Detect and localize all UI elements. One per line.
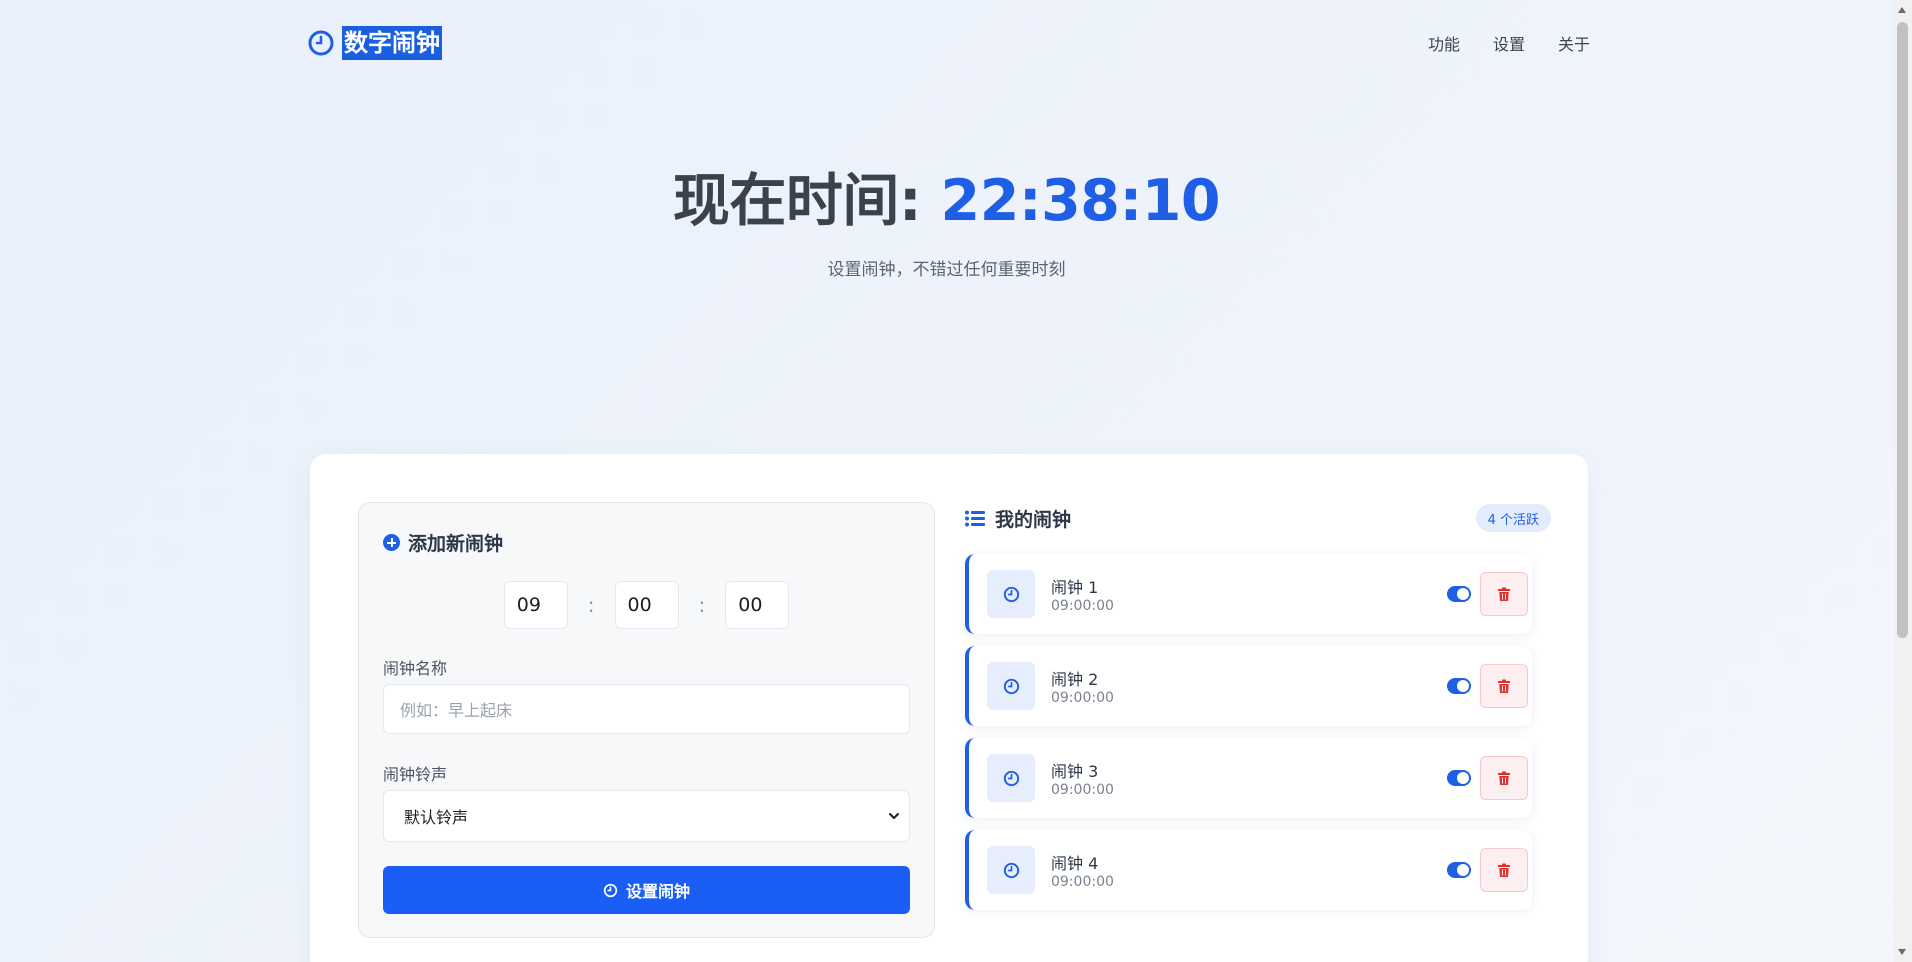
- alarm-toggle[interactable]: [1447, 678, 1471, 694]
- set-alarm-button[interactable]: 设置闹钟: [383, 866, 910, 914]
- current-time-title: 现在时间: 22:38:10: [0, 165, 1893, 237]
- alarm-item: 闹钟 3 09:00:00: [965, 738, 1532, 818]
- plus-circle-icon: [383, 534, 400, 551]
- alarm-toggle[interactable]: [1447, 770, 1471, 786]
- alarm-name-label: 闹钟名称: [383, 659, 448, 678]
- nav-settings[interactable]: 设置: [1493, 31, 1525, 55]
- chevron-down-icon: [889, 813, 899, 819]
- alarm-list-heading: 我的闹钟: [965, 505, 1071, 532]
- add-alarm-title: 添加新闹钟: [408, 533, 504, 555]
- scroll-up-arrow-icon[interactable]: [1898, 7, 1906, 13]
- alarm-time: 09:00:00: [1051, 782, 1114, 798]
- alarm-icon-box: [987, 662, 1035, 710]
- nav-features[interactable]: 功能: [1428, 31, 1460, 55]
- time-separator: :: [698, 593, 706, 617]
- clock-icon: [1003, 678, 1019, 694]
- trash-icon: [1498, 863, 1510, 877]
- alarm-sound-label: 闹钟铃声: [383, 765, 448, 784]
- alarm-icon-box: [987, 570, 1035, 618]
- nav-about[interactable]: 关于: [1558, 31, 1590, 55]
- alarm-list-panel: 我的闹钟 4 个活跃 闹钟 1 09:00:00 闹钟 2 09:00:00 闹…: [965, 502, 1551, 910]
- current-time: 22:38:10: [940, 168, 1221, 234]
- main-nav: 功能 设置 关于: [1428, 31, 1590, 55]
- alarm-icon-box: [987, 846, 1035, 894]
- add-alarm-heading: 添加新闹钟: [383, 529, 503, 556]
- delete-alarm-button[interactable]: [1480, 664, 1528, 708]
- alarm-list: 闹钟 1 09:00:00 闹钟 2 09:00:00 闹钟 3 09:00:0…: [965, 554, 1532, 922]
- scroll-down-arrow-icon[interactable]: [1898, 949, 1906, 955]
- alarm-list-title: 我的闹钟: [995, 508, 1072, 531]
- alarm-time: 09:00:00: [1051, 598, 1114, 614]
- minute-input[interactable]: 00: [614, 581, 679, 629]
- trash-icon: [1498, 587, 1510, 601]
- alarm-toggle[interactable]: [1447, 862, 1471, 878]
- alarm-item: 闹钟 1 09:00:00: [965, 554, 1532, 634]
- hero: 现在时间: 22:38:10 设置闹钟，不错过任何重要时刻: [0, 165, 1893, 280]
- time-picker: 09 : 00 : 00: [359, 581, 934, 629]
- alarm-sound-select[interactable]: 默认铃声: [383, 790, 910, 842]
- logo-text: 数字闹钟: [342, 26, 442, 60]
- logo[interactable]: 数字闹钟: [308, 26, 442, 60]
- delete-alarm-button[interactable]: [1480, 756, 1528, 800]
- clock-icon: [1003, 770, 1019, 786]
- main-card: 添加新闹钟 09 : 00 : 00 闹钟名称 例如：早上起床 闹钟铃声 默认铃…: [310, 454, 1588, 962]
- hero-subtitle: 设置闹钟，不错过任何重要时刻: [827, 260, 1066, 280]
- alarm-list-header: 我的闹钟 4 个活跃: [965, 502, 1551, 534]
- alarm-icon-box: [987, 754, 1035, 802]
- trash-icon: [1498, 771, 1510, 785]
- active-count-badge: 4 个活跃: [1475, 504, 1551, 532]
- clock-icon: [603, 883, 618, 897]
- alarm-name-input[interactable]: 例如：早上起床: [383, 684, 910, 734]
- alarm-sound-value: 默认铃声: [404, 808, 469, 827]
- alarm-name: 闹钟 2: [1051, 670, 1099, 689]
- alarm-toggle[interactable]: [1447, 586, 1471, 602]
- alarm-item: 闹钟 4 09:00:00: [965, 830, 1532, 910]
- title-prefix: 现在时间:: [672, 168, 941, 234]
- page: 数字闹钟 功能 设置 关于 现在时间: 22:38:10 设置闹钟，不错过任何重…: [0, 0, 1893, 962]
- hour-input[interactable]: 09: [503, 581, 568, 629]
- add-alarm-panel: 添加新闹钟 09 : 00 : 00 闹钟名称 例如：早上起床 闹钟铃声 默认铃…: [358, 502, 935, 938]
- alarm-time: 09:00:00: [1051, 874, 1114, 890]
- clock-icon: [1003, 862, 1019, 878]
- time-separator: :: [587, 593, 595, 617]
- scrollbar-thumb[interactable]: [1897, 22, 1908, 638]
- delete-alarm-button[interactable]: [1480, 572, 1528, 616]
- alarm-item: 闹钟 2 09:00:00: [965, 646, 1532, 726]
- alarm-name: 闹钟 1: [1051, 578, 1099, 597]
- page-scrollbar[interactable]: [1893, 0, 1912, 962]
- trash-icon: [1498, 679, 1510, 693]
- clock-icon: [308, 30, 334, 56]
- alarm-name: 闹钟 4: [1051, 854, 1099, 873]
- clock-icon: [1003, 586, 1019, 602]
- top-header: 数字闹钟 功能 设置 关于: [308, 24, 1590, 62]
- list-icon: [965, 510, 985, 526]
- set-alarm-label: 设置闹钟: [625, 882, 690, 901]
- alarm-time: 09:00:00: [1051, 690, 1114, 706]
- second-input[interactable]: 00: [725, 581, 790, 629]
- alarm-name: 闹钟 3: [1051, 762, 1099, 781]
- delete-alarm-button[interactable]: [1480, 848, 1528, 892]
